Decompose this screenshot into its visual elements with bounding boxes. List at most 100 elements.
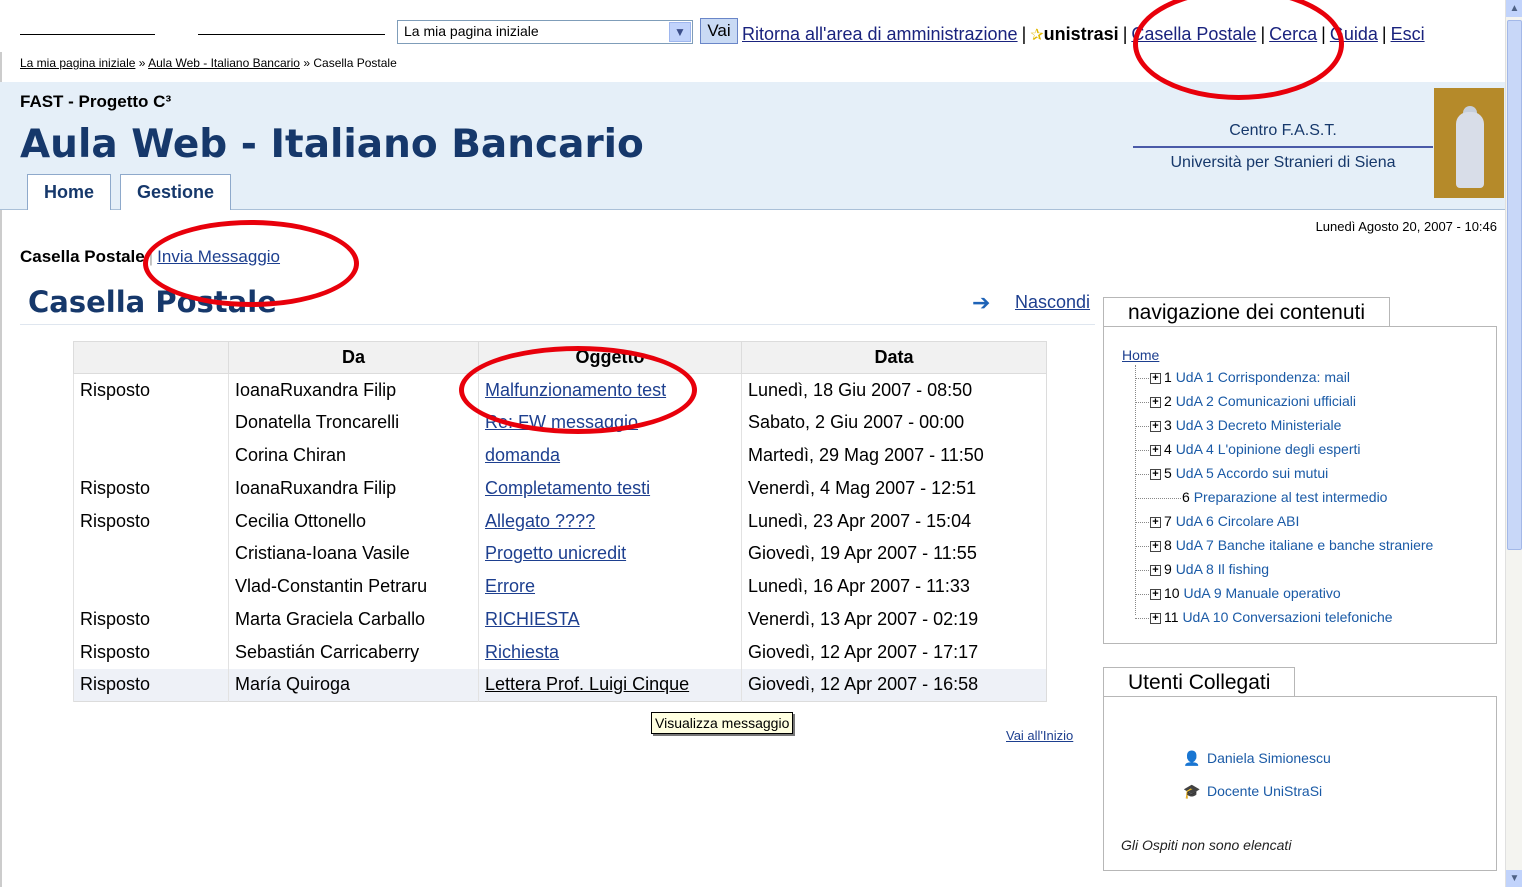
tree-branch xyxy=(1135,545,1149,547)
tooltip: Visualizza messaggio xyxy=(651,712,794,734)
tree-item[interactable]: +5 UdA 5 Accordo sui mutui xyxy=(1135,465,1328,481)
organization-name: FAST - Progetto C³ xyxy=(20,92,172,111)
vertical-scrollbar[interactable]: ▲ ▼ xyxy=(1505,0,1522,887)
tree-item[interactable]: +9 UdA 8 Il fishing xyxy=(1135,561,1269,577)
tree-item-label[interactable]: UdA 4 L'opinione degli esperti xyxy=(1176,441,1361,457)
content-nav-title: navigazione dei contenuti xyxy=(1103,297,1391,327)
column-header-date[interactable]: Data xyxy=(741,341,1047,374)
tree-item-label[interactable]: UdA 3 Decreto Ministeriale xyxy=(1176,417,1342,433)
jump-select-value: La mia pagina iniziale xyxy=(404,23,539,39)
online-user-name[interactable]: Daniela Simionescu xyxy=(1207,750,1331,766)
breadcrumb-current: Casella Postale xyxy=(313,56,397,70)
heading-divider xyxy=(20,324,1095,325)
row-subject-link[interactable]: Lettera Prof. Luigi Cinque xyxy=(485,674,689,694)
tree-home-link[interactable]: Home xyxy=(1122,347,1159,363)
row-subject-link[interactable]: Richiesta xyxy=(485,642,559,662)
expand-icon[interactable]: + xyxy=(1150,516,1161,528)
expand-icon[interactable]: + xyxy=(1150,420,1161,432)
hide-link[interactable]: Nascondi xyxy=(1015,292,1090,313)
row-subject-link[interactable]: domanda xyxy=(485,445,560,465)
tree-item[interactable]: +2 UdA 2 Comunicazioni ufficiali xyxy=(1135,393,1356,409)
row-subject-link[interactable]: Progetto unicredit xyxy=(485,543,626,563)
scroll-up-icon[interactable]: ▲ xyxy=(1506,0,1522,17)
logout-link[interactable]: Esci xyxy=(1391,24,1425,44)
tree-branch xyxy=(1135,377,1149,379)
tree-item-label[interactable]: UdA 7 Banche italiane e banche straniere xyxy=(1176,537,1434,553)
arrow-right-icon[interactable]: ➔ xyxy=(972,290,990,316)
admin-link[interactable]: Ritorna all'area di amministrazione xyxy=(742,24,1018,44)
row-date: Giovedì, 19 Apr 2007 - 11:55 xyxy=(741,537,1047,571)
tree-item-label[interactable]: UdA 1 Corrispondenza: mail xyxy=(1176,369,1350,385)
row-from: Sebastián Carricaberry xyxy=(228,635,479,669)
subnav-current: Casella Postale xyxy=(20,247,145,266)
tree-item[interactable]: +3 UdA 3 Decreto Ministeriale xyxy=(1135,417,1341,433)
expand-icon[interactable]: + xyxy=(1150,564,1161,576)
chevron-down-icon[interactable]: ▼ xyxy=(669,22,691,42)
tree-item-label[interactable]: UdA 5 Accordo sui mutui xyxy=(1176,465,1329,481)
site-title: Aula Web - Italiano Bancario xyxy=(20,122,644,167)
tree-item[interactable]: +1 UdA 1 Corrispondenza: mail xyxy=(1135,369,1350,385)
tree-item-number: 1 xyxy=(1164,369,1172,385)
row-date: Venerdì, 13 Apr 2007 - 02:19 xyxy=(741,603,1047,636)
online-user[interactable]: 🎓 Docente UniStraSi xyxy=(1183,783,1322,800)
breadcrumb-home[interactable]: La mia pagina iniziale xyxy=(20,56,135,70)
online-user[interactable]: 👤 Daniela Simionescu xyxy=(1183,750,1331,767)
current-datetime: Lunedì Agosto 20, 2007 - 10:46 xyxy=(1315,219,1497,234)
user-icon: 👤 xyxy=(1183,750,1201,766)
tree-item-label[interactable]: UdA 9 Manuale operativo xyxy=(1183,585,1340,601)
row-status xyxy=(73,537,229,571)
tab-gestione[interactable]: Gestione xyxy=(120,174,231,210)
row-status: Risposto xyxy=(73,373,229,407)
expand-icon[interactable]: + xyxy=(1150,540,1161,552)
guests-note: Gli Ospiti non sono elencati xyxy=(1121,837,1292,853)
tree-item[interactable]: +7 UdA 6 Circolare ABI xyxy=(1135,513,1299,529)
go-button[interactable]: Vai xyxy=(700,18,738,44)
tree-item-label[interactable]: UdA 2 Comunicazioni ufficiali xyxy=(1176,393,1356,409)
tree-item[interactable]: +10 UdA 9 Manuale operativo xyxy=(1135,585,1341,601)
scrollbar-thumb[interactable] xyxy=(1507,20,1522,550)
university-logo xyxy=(1434,88,1504,198)
tree-item[interactable]: +11 UdA 10 Conversazioni telefoniche xyxy=(1135,609,1393,625)
row-date: Venerdì, 4 Mag 2007 - 12:51 xyxy=(741,471,1047,505)
tree-branch xyxy=(1135,569,1149,571)
row-status: Risposto xyxy=(73,668,229,702)
tree-item[interactable]: +4 UdA 4 L'opinione degli esperti xyxy=(1135,441,1361,457)
row-date: Giovedì, 12 Apr 2007 - 17:17 xyxy=(741,635,1047,669)
row-date: Lunedì, 16 Apr 2007 - 11:33 xyxy=(741,570,1047,604)
user-name[interactable]: unistrasi xyxy=(1044,24,1119,44)
breadcrumb-course[interactable]: Aula Web - Italiano Bancario xyxy=(148,56,300,70)
row-subject-link[interactable]: RICHIESTA xyxy=(485,609,580,629)
table-row: Risposto Cecilia Ottonello Allegato ????… xyxy=(73,504,1047,538)
tree-branch xyxy=(1135,521,1149,523)
row-date: Lunedì, 18 Giu 2007 - 08:50 xyxy=(741,373,1047,407)
tab-home[interactable]: Home xyxy=(27,174,111,210)
row-status: Risposto xyxy=(73,471,229,505)
column-header-from[interactable]: Da xyxy=(228,341,479,374)
expand-icon[interactable]: + xyxy=(1150,588,1161,600)
row-subject-link[interactable]: Allegato ???? xyxy=(485,511,595,531)
expand-icon[interactable]: + xyxy=(1150,612,1161,624)
online-user-name[interactable]: Docente UniStraSi xyxy=(1207,783,1322,799)
expand-icon[interactable]: + xyxy=(1150,468,1161,480)
row-status: Risposto xyxy=(73,603,229,636)
tree-item-number: 11 xyxy=(1164,609,1179,625)
tree-item[interactable]: +8 UdA 7 Banche italiane e banche strani… xyxy=(1135,537,1433,553)
tree-item-label[interactable]: UdA 10 Conversazioni telefoniche xyxy=(1182,609,1392,625)
back-to-top-link[interactable]: Vai all'Inizio xyxy=(1006,728,1073,743)
tree-item-number: 8 xyxy=(1164,537,1172,553)
expand-icon[interactable]: + xyxy=(1150,444,1161,456)
expand-icon[interactable]: + xyxy=(1150,372,1161,384)
tree-item[interactable]: 6 Preparazione al test intermedio xyxy=(1135,489,1387,505)
breadcrumb-sep: » xyxy=(303,56,311,70)
jump-to-select[interactable]: La mia pagina iniziale ▼ xyxy=(397,20,693,44)
row-subject-link[interactable]: Completamento testi xyxy=(485,478,650,498)
row-subject-link[interactable]: Errore xyxy=(485,576,535,596)
site-header: FAST - Progetto C³ Aula Web - Italiano B… xyxy=(0,82,1505,210)
blank-field-line xyxy=(20,34,155,35)
institution-university: Università per Stranieri di Siena xyxy=(1170,154,1396,171)
tree-item-label[interactable]: UdA 8 Il fishing xyxy=(1176,561,1269,577)
tree-item-label[interactable]: UdA 6 Circolare ABI xyxy=(1176,513,1300,529)
tree-item-label[interactable]: Preparazione al test intermedio xyxy=(1194,489,1388,505)
expand-icon[interactable]: + xyxy=(1150,396,1161,408)
scroll-down-icon[interactable]: ▼ xyxy=(1506,870,1522,887)
